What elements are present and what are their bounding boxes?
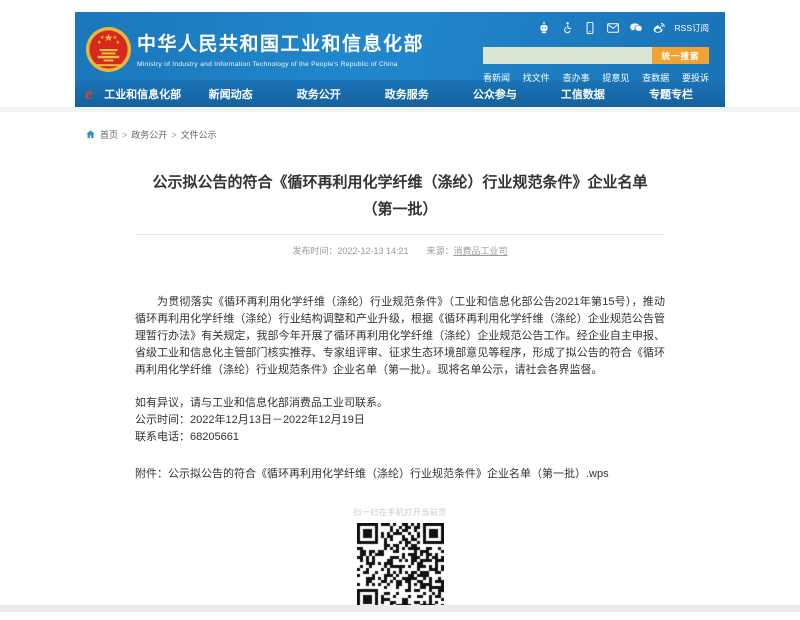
breadcrumb-disclosure[interactable]: 政务公开 — [131, 128, 167, 141]
contact-block: 如有异议，请与工业和信息化部消费品工业司联系。 公示时间：2022年12月13日… — [135, 395, 665, 446]
nav-item-topics[interactable]: 专题专栏 — [627, 86, 715, 102]
quick-link-suggest[interactable]: 提意见 — [602, 71, 629, 84]
header-utilities: RSS订阅 统一搜索 看新闻 找文件 查办事 提意见 查数据 要投诉 — [483, 16, 709, 84]
page-title: 公示拟公告的符合《循环再利用化学纤维（涤纶）行业规范条件》企业名单 （第一批） — [135, 169, 665, 223]
nav-item-ministry[interactable]: 工业和信息化部 — [99, 86, 187, 102]
nav-item-services[interactable]: 政务服务 — [363, 86, 451, 102]
quick-link-complaint[interactable]: 要投诉 — [682, 71, 709, 84]
weibo-icon[interactable] — [652, 21, 666, 35]
publish-time-label: 发布时间： — [292, 246, 337, 256]
wechat-icon[interactable] — [629, 21, 643, 35]
national-emblem-logo — [85, 26, 132, 73]
breadcrumb: 首页 > 政务公开 > 文件公示 — [75, 112, 725, 141]
publish-meta: 发布时间：2022-12-13 14:21 来源：消费品工业司 — [135, 235, 665, 266]
breadcrumb-separator: > — [171, 130, 176, 140]
quick-link-services[interactable]: 查办事 — [563, 71, 590, 84]
breadcrumb-home[interactable]: 首页 — [100, 128, 118, 141]
site-container: 中华人民共和国工业和信息化部 Ministry of Industry and … — [75, 12, 725, 107]
utility-icon-row: RSS订阅 — [483, 16, 709, 40]
quick-link-files[interactable]: 找文件 — [523, 71, 550, 84]
article-body: 为贯彻落实《循环再利用化学纤维（涤纶）行业规范条件》（工业和信息化部公告2021… — [135, 294, 665, 483]
public-period-line: 公示时间：2022年12月13日－2022年12月19日 — [135, 412, 665, 429]
content-area: 首页 > 政务公开 > 文件公示 公示拟公告的符合《循环再利用化学纤维（涤纶）行… — [75, 112, 725, 620]
site-subtitle: Ministry of Industry and Information Tec… — [137, 61, 424, 68]
rss-subscribe-link[interactable]: RSS订阅 — [675, 22, 709, 34]
quick-link-news[interactable]: 看新闻 — [483, 71, 510, 84]
search-input[interactable] — [483, 47, 652, 64]
nav-item-participation[interactable]: 公众参与 — [451, 86, 539, 102]
article: 公示拟公告的符合《循环再利用化学纤维（涤纶）行业规范条件》企业名单 （第一批） … — [75, 169, 725, 620]
home-icon[interactable] — [85, 129, 96, 140]
site-titles: 中华人民共和国工业和信息化部 Ministry of Industry and … — [137, 33, 424, 68]
nav-item-data[interactable]: 工信数据 — [539, 86, 627, 102]
qr-caption: 扫一扫在手机打开当前页 — [135, 507, 665, 518]
nav-item-disclosure[interactable]: 政务公开 — [275, 86, 363, 102]
publish-time-value: 2022-12-13 14:21 — [337, 246, 408, 256]
breadcrumb-separator: > — [122, 130, 127, 140]
qr-code — [357, 523, 444, 610]
mail-icon[interactable] — [606, 21, 620, 35]
quick-link-data[interactable]: 查数据 — [642, 71, 669, 84]
masthead: 中华人民共和国工业和信息化部 Ministry of Industry and … — [75, 12, 725, 80]
mobile-icon[interactable] — [583, 21, 597, 35]
page-title-line2: （第一批） — [135, 196, 665, 223]
main-nav: e 工业和信息化部 新闻动态 政务公开 政务服务 公众参与 工信数据 专题专栏 — [75, 80, 725, 107]
nav-item-news[interactable]: 新闻动态 — [187, 86, 275, 102]
objection-line: 如有异议，请与工业和信息化部消费品工业司联系。 — [135, 395, 665, 412]
mascot-icon[interactable] — [537, 21, 551, 35]
search-bar: 统一搜索 — [483, 47, 709, 64]
article-paragraph: 为贯彻落实《循环再利用化学纤维（涤纶）行业规范条件》（工业和信息化部公告2021… — [135, 294, 665, 379]
gov-e-logo-icon[interactable]: e — [85, 85, 93, 102]
source-label: 来源： — [427, 246, 454, 256]
qr-section: 扫一扫在手机打开当前页 — [135, 507, 665, 620]
footer-strip — [0, 605, 800, 612]
site-title: 中华人民共和国工业和信息化部 — [137, 33, 424, 57]
source-link[interactable]: 消费品工业司 — [454, 246, 508, 256]
phone-line: 联系电话：68205661 — [135, 429, 665, 446]
attachment-link[interactable]: 附件：公示拟公告的符合《循环再利用化学纤维（涤纶）行业规范条件》企业名单（第一批… — [135, 466, 665, 483]
accessibility-icon[interactable] — [560, 21, 574, 35]
unified-search-button[interactable]: 统一搜索 — [652, 47, 709, 64]
page-title-line1: 公示拟公告的符合《循环再利用化学纤维（涤纶）行业规范条件》企业名单 — [135, 169, 665, 196]
breadcrumb-current[interactable]: 文件公示 — [181, 128, 217, 141]
quick-links-row: 看新闻 找文件 查办事 提意见 查数据 要投诉 — [483, 71, 709, 84]
